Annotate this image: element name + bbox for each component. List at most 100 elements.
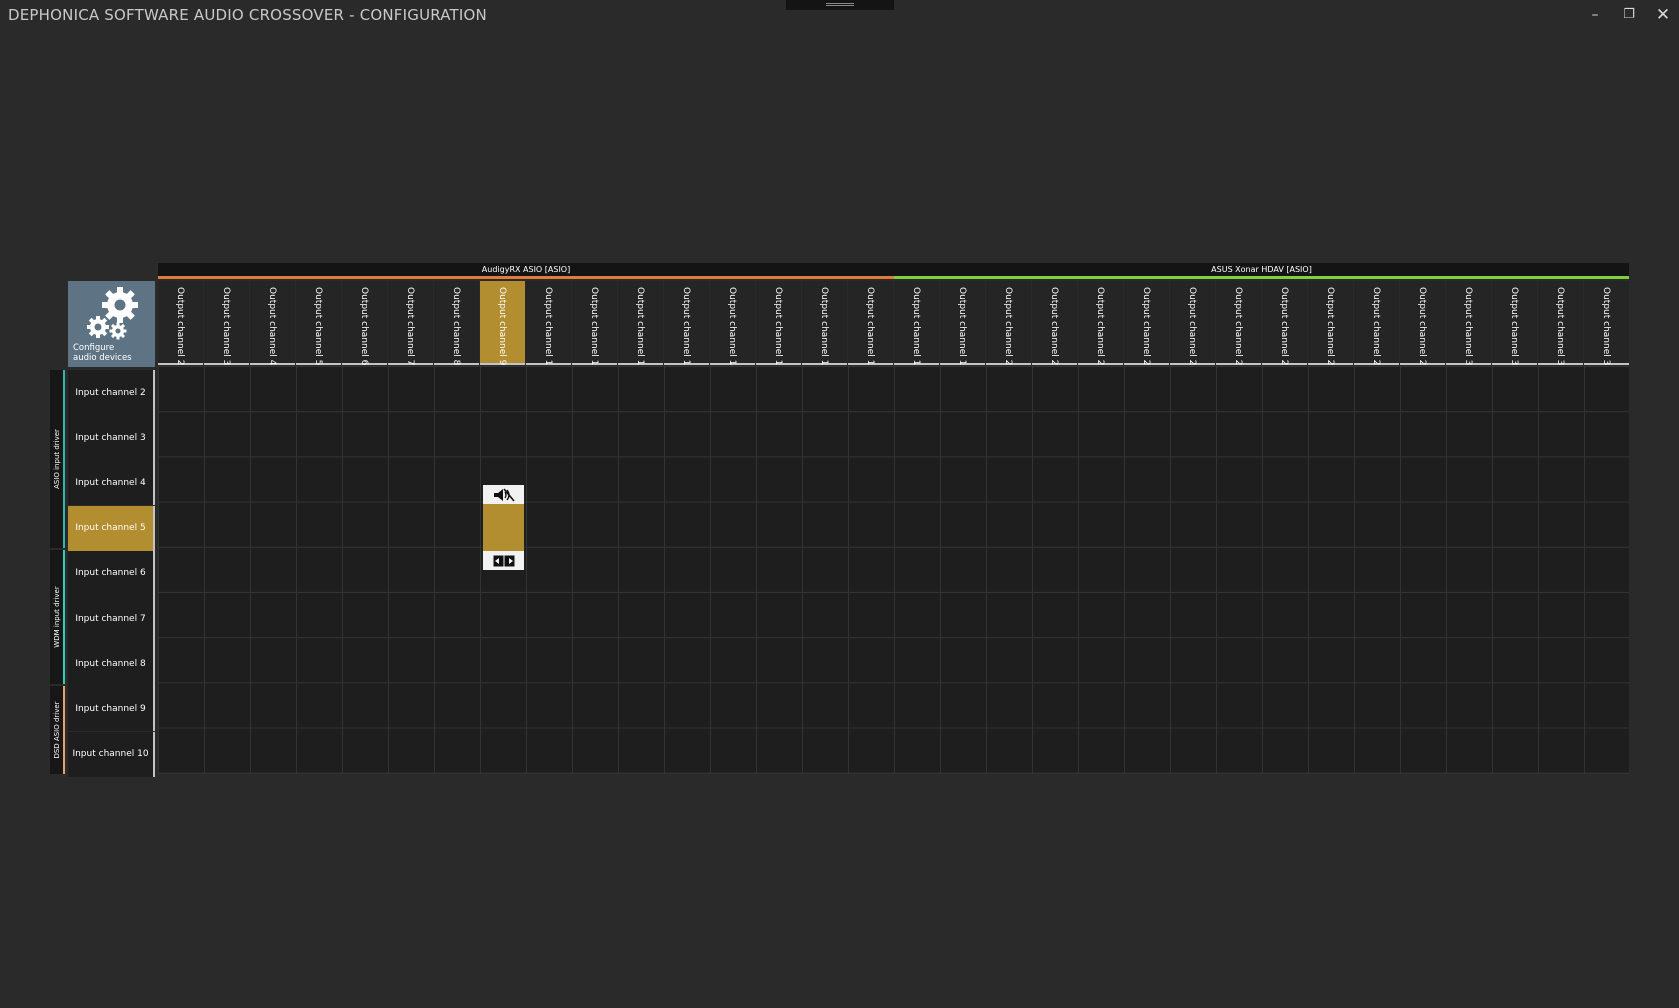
input-channel-label: Input channel 3 [75,432,146,443]
output-channel-header[interactable]: Output channel 29 [1400,281,1445,371]
output-channel-label: Output channel 24 [1187,287,1197,372]
output-channel-header[interactable]: Output channel 21 [1032,281,1077,371]
input-channel-header[interactable]: Input channel 6 [68,550,155,596]
input-group-asio: ASIO input driver [50,370,65,548]
input-channel-header[interactable]: Input channel 7 [68,596,155,641]
output-channel-header[interactable]: Output channel 6 [342,281,387,365]
minimize-button[interactable]: – [1582,4,1608,26]
output-channel-label: Output channel 2 [175,287,185,366]
output-channel-label: Output channel 32 [1555,287,1565,372]
device-header-xonar: ASUS Xonar HDAV [ASIO] [894,263,1629,279]
output-channel-label: Output channel 31 [1509,287,1519,372]
output-channel-header[interactable]: Output channel 16 [802,281,847,371]
output-channel-label: Output channel 33 [1601,287,1611,372]
group-label: DSD ASIO driver [53,701,61,759]
input-channel-label: Input channel 6 [75,568,146,579]
device-header-audigy: AudigyRX ASIO [ASIO] [158,263,894,279]
output-channel-header[interactable]: Output channel 23 [1124,281,1169,371]
group-color-line [63,550,65,684]
output-channel-header[interactable]: Output channel 17 [848,281,893,371]
output-channel-label: Output channel 10 [543,287,553,372]
output-channel-header[interactable]: Output channel 31 [1492,281,1537,371]
output-channel-header[interactable]: Output channel 19 [940,281,985,371]
grid-bottom-line [158,773,1629,774]
output-channel-header[interactable]: Output channel 4 [250,281,295,365]
output-channel-label: Output channel 15 [773,287,783,372]
mute-button[interactable] [483,485,524,504]
output-channel-label: Output channel 30 [1463,287,1473,372]
output-channel-label: Output channel 7 [405,287,415,366]
drag-handle[interactable] [786,0,894,10]
output-channel-header[interactable]: Output channel 2 [158,281,203,365]
group-label: WDM input driver [53,586,61,648]
output-channel-label: Output channel 14 [727,287,737,372]
output-channel-header[interactable]: Output channel 30 [1446,281,1491,371]
input-channel-header[interactable]: Input channel 10 [68,731,155,777]
output-channel-header[interactable]: Output channel 18 [894,281,939,371]
output-channel-header[interactable]: Output channel 24 [1170,281,1215,371]
input-channel-label: Input channel 7 [75,613,146,624]
input-channel-header[interactable]: Input channel 3 [68,415,155,461]
split-button[interactable] [483,551,524,570]
input-channel-label: Input channel 10 [72,749,149,760]
input-channel-header[interactable]: Input channel 4 [68,460,155,506]
routing-matrix[interactable] [158,366,1629,774]
output-channel-label: Output channel 13 [681,287,691,372]
input-group-wdm: WDM input driver [50,550,65,684]
configure-audio-devices-button[interactable]: Configure audio devices [68,281,155,367]
output-channel-label: Output channel 22 [1095,287,1105,372]
device-name: ASUS Xonar HDAV [ASIO] [1211,265,1312,274]
title-bar: DEPHONICA SOFTWARE AUDIO CROSSOVER - CON… [0,0,1679,30]
output-channel-label: Output channel 25 [1233,287,1243,372]
output-channel-label: Output channel 19 [957,287,967,372]
output-channel-header[interactable]: Output channel 12 [618,281,663,371]
output-channel-label: Output channel 18 [911,287,921,372]
input-channel-header[interactable]: Input channel 9 [68,686,155,732]
output-channel-label: Output channel 20 [1003,287,1013,372]
input-channel-header[interactable]: Input channel 5 [68,505,155,551]
close-button[interactable]: ✕ [1650,4,1676,26]
input-channel-label: Input channel 5 [75,523,146,534]
output-channel-header[interactable]: Output channel 10 [526,281,571,371]
output-channel-label: Output channel 3 [221,287,231,366]
output-channel-header[interactable]: Output channel 25 [1216,281,1261,371]
output-channel-label: Output channel 12 [635,287,645,372]
group-label: ASIO input driver [53,429,61,489]
speaker-mute-icon [493,487,515,502]
input-channel-label: Input channel 2 [75,387,146,398]
input-group-dsd: DSD ASIO driver [50,686,65,774]
output-channel-header[interactable]: Output channel 26 [1262,281,1307,371]
output-channel-header[interactable]: Output channel 11 [572,281,617,371]
output-channel-label: Output channel 16 [819,287,829,372]
output-channel-header[interactable]: Output channel 3 [204,281,249,365]
output-channel-label: Output channel 27 [1325,287,1335,372]
output-channel-header[interactable]: Output channel 33 [1584,281,1629,371]
group-color-line [63,370,65,548]
output-channel-header[interactable]: Output channel 8 [434,281,479,365]
output-channel-header[interactable]: Output channel 32 [1538,281,1583,371]
input-channel-header[interactable]: Input channel 2 [68,370,155,415]
route-cell-selected[interactable] [483,504,524,551]
configure-label: Configure audio devices [73,343,132,363]
output-channel-header[interactable]: Output channel 13 [664,281,709,371]
output-channel-header[interactable]: Output channel 7 [388,281,433,365]
input-channel-label: Input channel 4 [75,477,146,488]
cell-popup [483,485,524,570]
output-channel-label: Output channel 8 [451,287,461,366]
output-channel-header[interactable]: Output channel 5 [296,281,341,365]
output-channel-label: Output channel 26 [1279,287,1289,372]
output-channel-header[interactable]: Output channel 22 [1078,281,1123,371]
output-channel-header[interactable]: Output channel 28 [1354,281,1399,371]
output-channel-label: Output channel 4 [267,287,277,366]
output-channel-header[interactable]: Output channel 15 [756,281,801,371]
output-channel-header[interactable]: Output channel 14 [710,281,755,371]
output-channel-label: Output channel 23 [1141,287,1151,372]
input-channel-label: Input channel 8 [75,658,146,669]
output-channel-header[interactable]: Output channel 27 [1308,281,1353,371]
output-channel-header[interactable]: Output channel 20 [986,281,1031,371]
restore-button[interactable]: ❐ [1616,4,1642,26]
output-channel-header[interactable]: Output channel 9 [480,281,525,365]
output-channel-label: Output channel 11 [589,287,599,372]
input-channel-header[interactable]: Input channel 8 [68,641,155,687]
window-title: DEPHONICA SOFTWARE AUDIO CROSSOVER - CON… [8,6,487,24]
